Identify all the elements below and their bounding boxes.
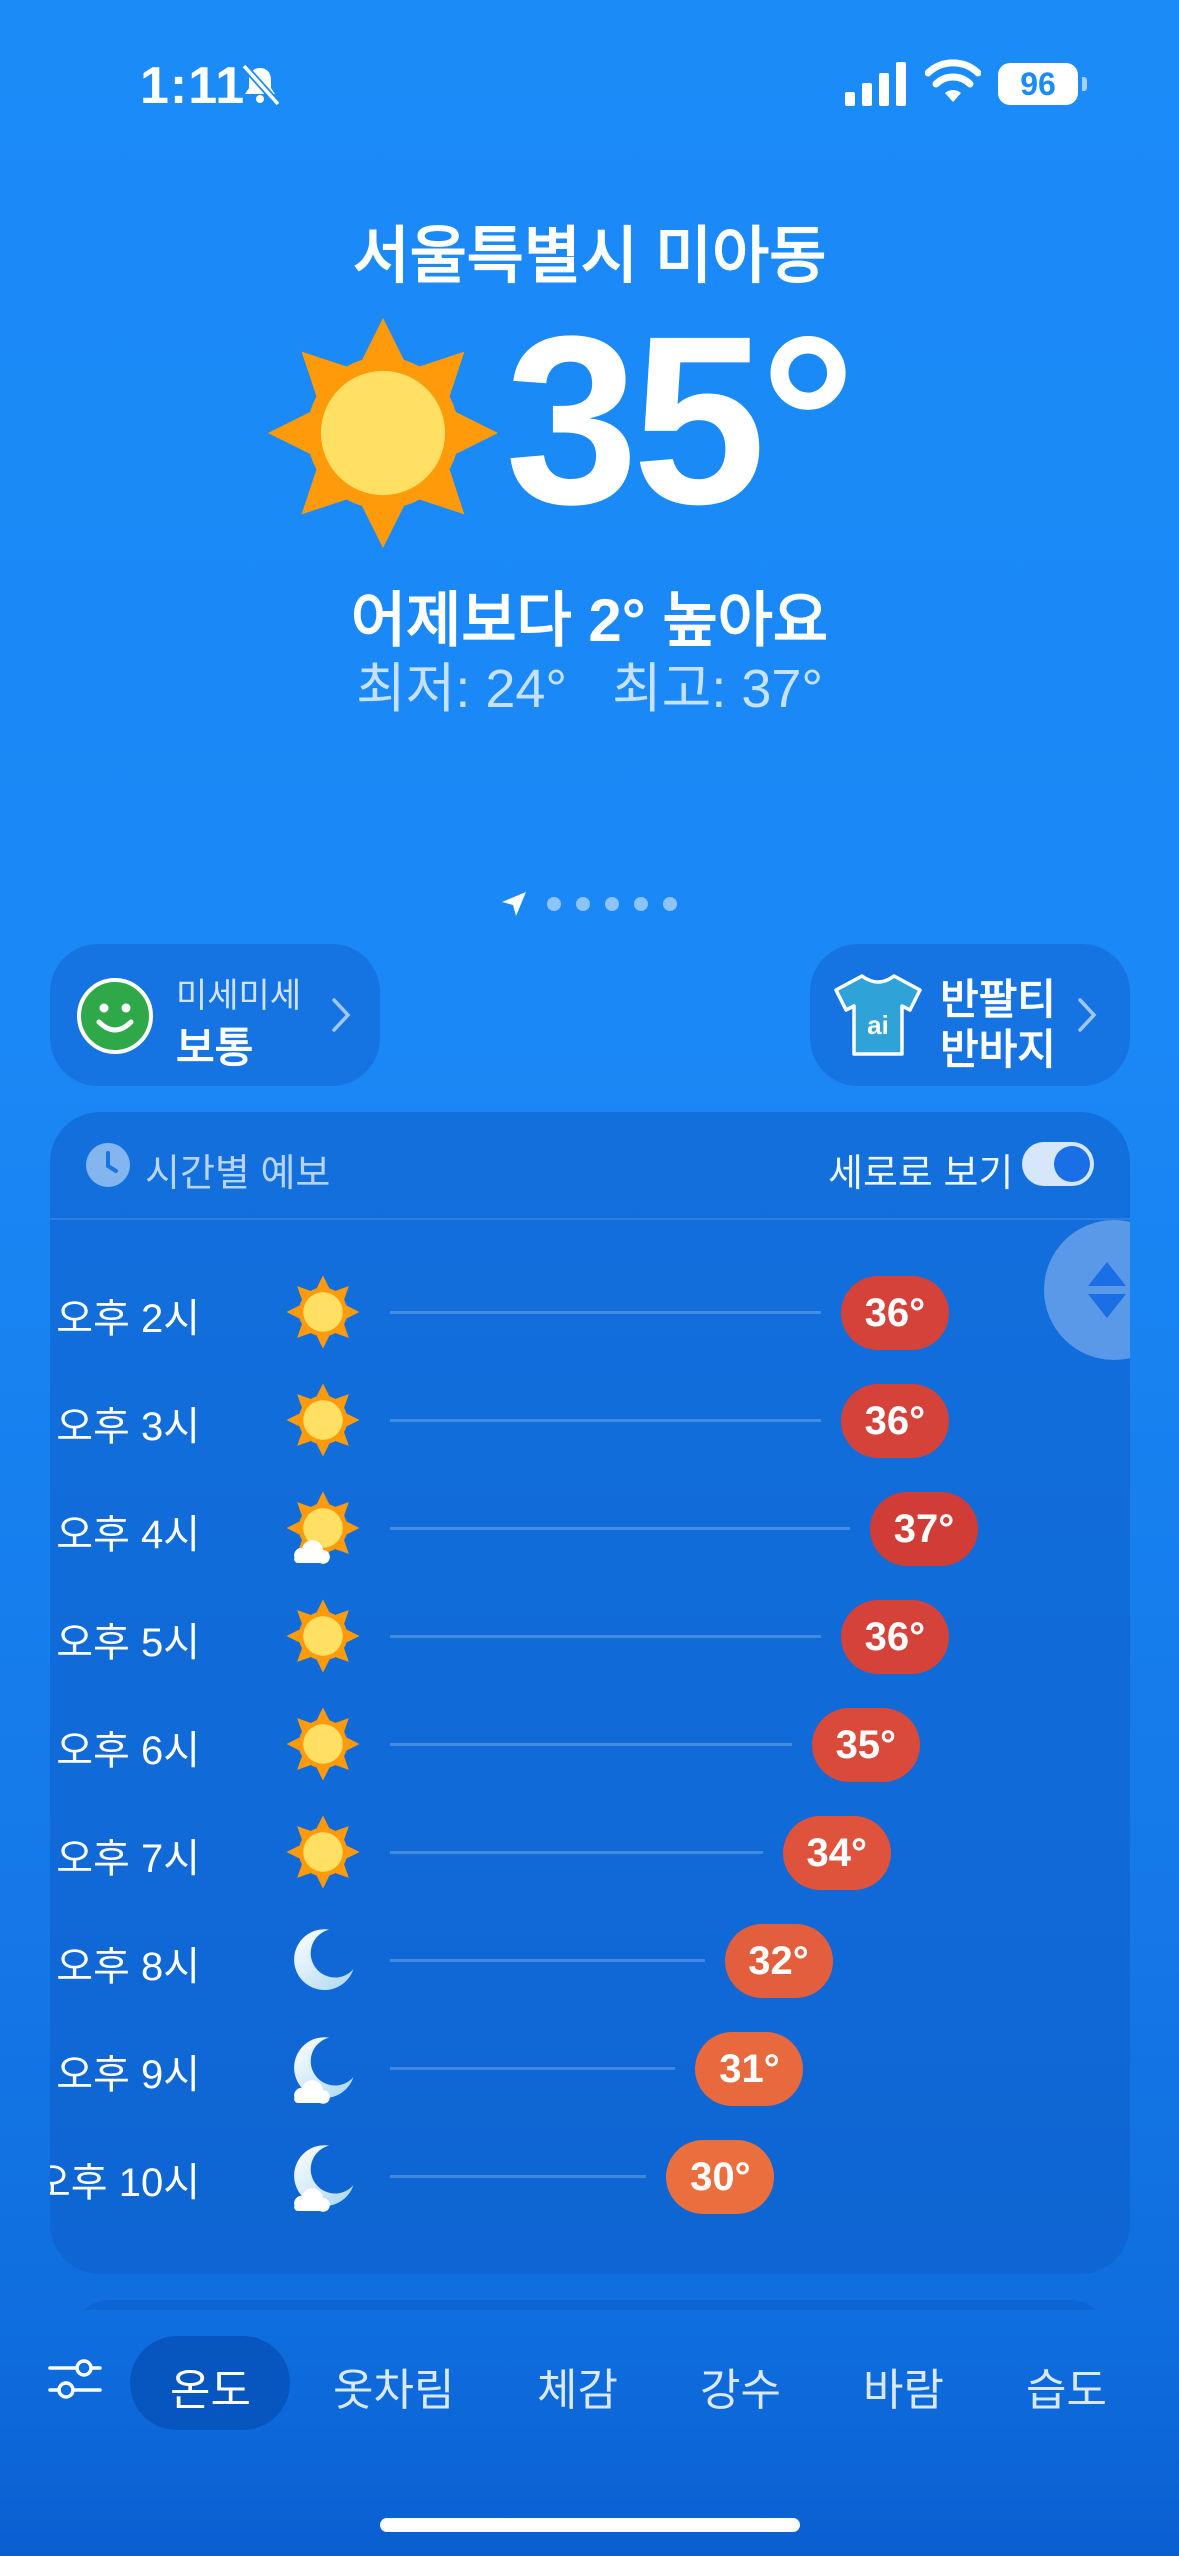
hour-label: 오후 10시 <box>50 2161 200 2205</box>
hour-label: 오후 9시 <box>56 2053 200 2097</box>
min-max-temperature: 최저: 24° 최고: 37° <box>0 644 1179 723</box>
sun-icon <box>286 1599 360 1673</box>
hourly-row: 오후 3시 36° <box>50 1366 1130 1474</box>
page-dot[interactable] <box>605 897 619 911</box>
temperature-bar <box>390 1311 821 1314</box>
sun-icon <box>286 1383 360 1457</box>
temperature-bar <box>390 2067 676 2070</box>
sun-icon <box>268 318 498 548</box>
min-temp: 최저: 24° <box>355 659 567 719</box>
page-dot[interactable] <box>663 897 677 911</box>
temperature-pill: 36° <box>840 1384 949 1458</box>
home-indicator <box>380 2518 800 2532</box>
moon-cloud-icon <box>294 2037 354 2104</box>
status-time: 1:11 <box>140 57 246 115</box>
hourly-forecast-card: 시간별 예보 세로로 보기 오후 2시 36° 오후 3시 36° 오후 4시 37° 오후… <box>50 1112 1130 2274</box>
location-title[interactable]: 서울특별시 미아동 <box>0 205 1179 295</box>
moon-cloud-icon <box>294 2145 354 2212</box>
clock-icon <box>86 1143 130 1187</box>
sun-icon <box>286 1815 360 1889</box>
temperature-pill: 36° <box>840 1276 949 1350</box>
hourly-row: 오후 7시 34° <box>50 1798 1130 1906</box>
chevron-right-icon <box>332 998 351 1032</box>
filter-settings-icon[interactable] <box>48 2356 102 2402</box>
hour-label: 오후 7시 <box>56 1837 200 1881</box>
fine-dust-card[interactable]: 미세미세 보통 <box>50 944 380 1086</box>
outfit-icon-text: ai <box>867 1010 889 1040</box>
tab-feels-like[interactable]: 체감 <box>537 2354 618 2418</box>
temperature-bar <box>390 2175 647 2178</box>
temperature-pill: 31° <box>695 2032 804 2106</box>
temperature-pill: 30° <box>666 2140 775 2214</box>
hour-label: 오후 8시 <box>56 1945 200 1989</box>
outfit-line2: 반바지 <box>940 1026 1056 1073</box>
sun-icon <box>286 1707 360 1781</box>
page-indicator[interactable] <box>500 890 677 918</box>
hour-label: 오후 3시 <box>56 1405 200 1449</box>
current-temperature: 35° <box>505 286 856 554</box>
hourly-row: 오후 5시 36° <box>50 1582 1130 1690</box>
signal-icon <box>845 62 906 106</box>
hourly-row: 오후 6시 35° <box>50 1690 1130 1798</box>
vertical-view-label: 세로로 보기 <box>828 1153 1014 1195</box>
hour-label: 오후 4시 <box>56 1513 200 1557</box>
vertical-view-toggle[interactable] <box>1022 1142 1094 1186</box>
hourly-title: 시간별 예보 <box>145 1153 331 1195</box>
temperature-bar <box>390 1419 821 1422</box>
tab-precipitation[interactable]: 강수 <box>700 2354 781 2418</box>
smile-face-icon <box>77 978 153 1054</box>
hour-label: 오후 2시 <box>56 1297 200 1341</box>
hourly-row: 오후 4시 37° <box>50 1474 1130 1582</box>
location-arrow-icon <box>502 892 526 916</box>
tshirt-icon: ai <box>834 974 922 1056</box>
page-dot[interactable] <box>547 897 561 911</box>
bell-muted-icon <box>241 63 281 106</box>
hourly-row: 오후 2시 36° <box>50 1258 1130 1366</box>
temperature-bar <box>390 1635 821 1638</box>
temperature-pill: 34° <box>782 1816 891 1890</box>
temperature-pill: 37° <box>870 1492 978 1566</box>
temperature-pill: 32° <box>724 1924 833 1998</box>
hourly-row: 오후 8시 32° <box>50 1906 1130 2014</box>
page-dot[interactable] <box>634 897 648 911</box>
tab-outfit[interactable]: 옷차림 <box>333 2354 454 2418</box>
hourly-row: 오후 10시 30° <box>50 2122 1130 2230</box>
hour-label: 오후 6시 <box>56 1729 200 1773</box>
temperature-bar <box>390 1851 763 1854</box>
chevron-right-icon <box>1078 998 1097 1032</box>
hourly-header: 시간별 예보 세로로 보기 <box>50 1112 1130 1220</box>
wifi-icon <box>925 59 981 102</box>
tab-temperature[interactable]: 온도 <box>170 2354 251 2418</box>
hour-label: 오후 5시 <box>56 1621 200 1665</box>
up-down-arrows-icon <box>1088 1262 1126 1318</box>
hourly-row: 오후 9시 31° <box>50 2014 1130 2122</box>
temperature-pill: 36° <box>840 1600 949 1674</box>
temperature-bar <box>390 1527 850 1530</box>
temperature-bar <box>390 1959 705 1962</box>
tab-wind[interactable]: 바람 <box>863 2354 944 2418</box>
page-dot[interactable] <box>576 897 590 911</box>
temperature-bar <box>390 1743 792 1746</box>
sun-icon <box>286 1275 360 1349</box>
moon-icon <box>294 1929 354 1991</box>
outfit-card[interactable]: ai 반팔티 반바지 <box>810 944 1130 1086</box>
max-temp: 최고: 37° <box>612 659 824 719</box>
tab-humidity[interactable]: 습도 <box>1026 2354 1107 2418</box>
dust-value: 보통 <box>176 1024 254 1071</box>
dust-title: 미세미세 <box>176 977 302 1015</box>
battery-indicator: 96 <box>998 63 1087 105</box>
toggle-knob <box>1054 1146 1090 1182</box>
sun-cloud-icon <box>286 1491 360 1565</box>
temperature-pill: 35° <box>811 1708 920 1782</box>
